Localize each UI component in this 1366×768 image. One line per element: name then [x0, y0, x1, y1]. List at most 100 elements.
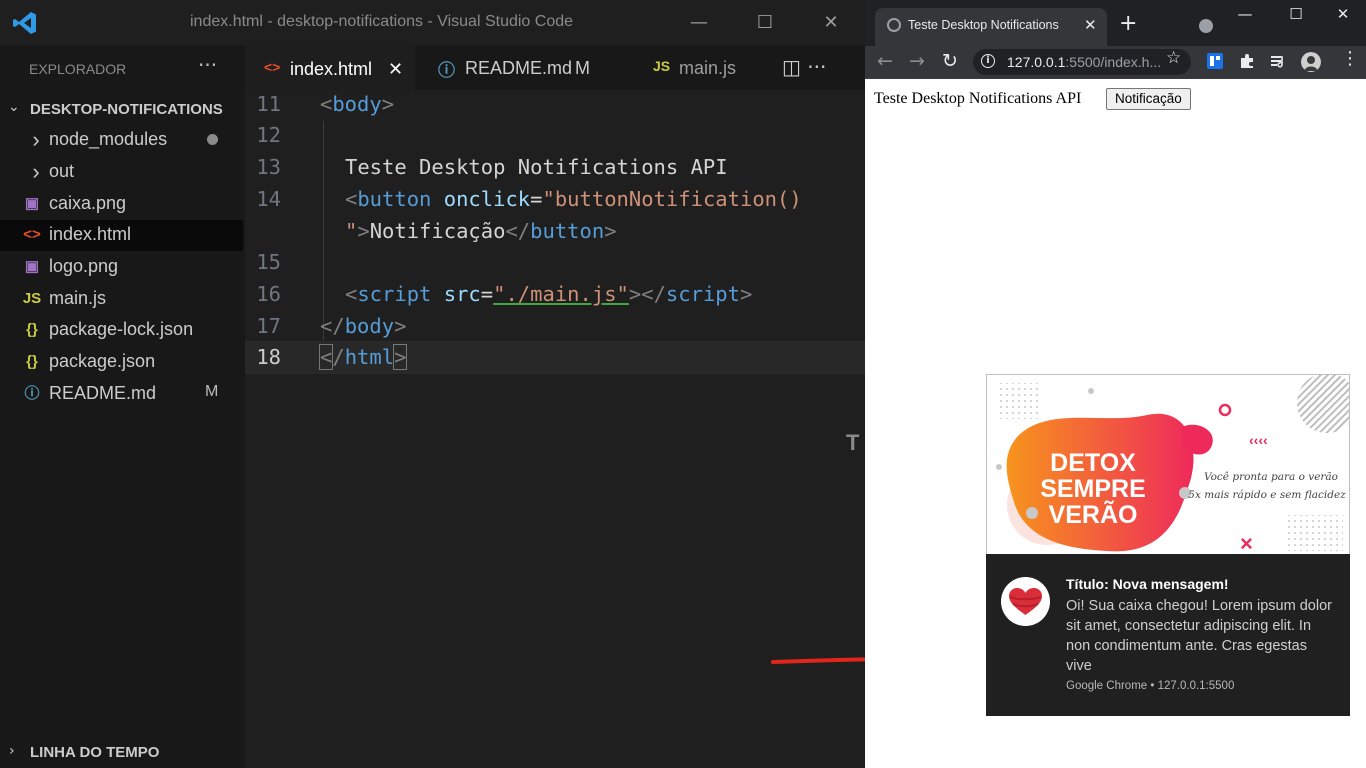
window-title: index.html - desktop-notifications - Vis…: [190, 13, 574, 30]
timeline-label: LINHA DO TEMPO: [30, 744, 160, 761]
new-tab-button[interactable]: +: [1119, 11, 1137, 36]
tab-main-js[interactable]: JS main.js: [635, 45, 765, 90]
url-text: 127.0.0.1:5500/index.h...: [1007, 54, 1162, 70]
puzzle-icon[interactable]: [1238, 52, 1256, 70]
modified-badge: M: [575, 58, 590, 78]
explorer-more-icon[interactable]: ···: [198, 53, 217, 77]
tree-item[interactable]: <> index.html: [0, 220, 243, 251]
status-dot-icon: [207, 134, 218, 145]
vscode-logo-icon: [13, 12, 36, 34]
code-token: ": [345, 219, 358, 243]
extension-icon[interactable]: [1206, 52, 1224, 70]
code-token[interactable]: "./main.js": [493, 282, 629, 306]
bookmark-star-icon[interactable]: ☆: [1166, 48, 1181, 68]
html-file-icon: <>: [264, 59, 281, 75]
tree-item[interactable]: {} package.json: [0, 347, 243, 378]
json-file-icon: {}: [26, 321, 38, 338]
notification-button[interactable]: Notificação: [1106, 88, 1191, 110]
line-number: 15: [256, 250, 281, 274]
forward-button[interactable]: →: [909, 50, 925, 72]
split-editor-icon[interactable]: ◫ ···: [782, 55, 826, 79]
code-line: 17 </body>: [245, 312, 865, 343]
explorer-sidebar: EXPLORADOR ··· ⌄ DESKTOP-NOTIFICATIONS ›…: [0, 45, 245, 768]
tree-item-label: index.html: [49, 224, 132, 244]
tree-item[interactable]: ▣ caixa.png: [0, 189, 243, 220]
red-arrow-annotation: [771, 657, 865, 664]
chrome-toolbar: ← → ↻ i 127.0.0.1:5500/index.h... ☆ ⋮: [865, 46, 1366, 79]
timeline-section[interactable]: › LINHA DO TEMPO: [0, 740, 245, 768]
html-file-icon: <>: [23, 226, 41, 243]
back-button[interactable]: ←: [877, 50, 893, 72]
tree-item[interactable]: › out: [0, 157, 243, 188]
tree-item-label: node_modules: [49, 129, 168, 149]
svg-text:×: ×: [1240, 531, 1253, 554]
tree-item-label: logo.png: [49, 256, 119, 276]
globe-icon: [887, 18, 901, 32]
close-tab-icon[interactable]: ✕: [388, 59, 403, 80]
code-token: Teste Desktop Notifications API: [345, 155, 728, 179]
tree-item[interactable]: {} package-lock.json: [0, 315, 243, 346]
code-token: button: [530, 219, 605, 243]
maximize-button[interactable]: ☐: [1276, 5, 1316, 23]
json-file-icon: {}: [26, 353, 38, 370]
close-tab-icon[interactable]: ✕: [1084, 16, 1097, 34]
maximize-button[interactable]: ☐: [745, 8, 785, 38]
tab-title: Teste Desktop Notifications: [908, 18, 1059, 32]
chrome-tabstrip: Teste Desktop Notifications ✕ + — ☐ ✕: [865, 0, 1366, 46]
banner-line-1: DETOX: [1050, 449, 1136, 477]
detox-banner-image: ‹‹‹‹ × DETOX SEMPRE VERÃO Você pronta pa…: [987, 375, 1349, 554]
line-number: 16: [256, 282, 281, 306]
info-file-icon: ⓘ: [438, 61, 455, 80]
chevron-right-icon: ›: [32, 127, 40, 152]
code-line: ">Notificação</button>: [345, 219, 617, 243]
browser-tab[interactable]: Teste Desktop Notifications ✕: [875, 8, 1107, 46]
media-control-icon[interactable]: [1269, 52, 1287, 70]
code-line: 13 Teste Desktop Notifications API: [245, 153, 865, 184]
chevron-right-icon: ›: [9, 743, 15, 759]
reload-button[interactable]: ↻: [942, 50, 958, 72]
js-file-icon: JS: [653, 58, 671, 74]
modified-badge: M: [205, 383, 219, 400]
code-line: 18 </html>: [245, 343, 865, 374]
notification-message: Oi! Sua caixa chegou! Lorem ipsum dolor …: [1066, 598, 1332, 674]
address-bar[interactable]: i 127.0.0.1:5500/index.h...: [973, 49, 1191, 75]
tree-item-label: out: [49, 161, 75, 181]
code-token: src: [443, 282, 481, 306]
close-button[interactable]: ✕: [1323, 5, 1363, 23]
code-token: script: [357, 282, 432, 306]
banner-line-3: VERÃO: [1049, 499, 1138, 529]
tree-item-label: main.js: [49, 288, 107, 308]
folder-header[interactable]: ⌄ DESKTOP-NOTIFICATIONS: [0, 99, 245, 121]
tab-readme[interactable]: ⓘ README.md M: [415, 45, 635, 90]
image-file-icon: ▣: [24, 195, 40, 212]
tree-item[interactable]: ⓘ README.md M: [0, 379, 243, 410]
desktop-notification[interactable]: ‹‹‹‹ × DETOX SEMPRE VERÃO Você pronta pa…: [986, 374, 1350, 716]
line-number: 18: [256, 345, 281, 369]
tree-item[interactable]: ▣ logo.png: [0, 252, 243, 283]
notification-body: Título: Nova mensagem! Oi! Sua caixa che…: [986, 554, 1350, 716]
banner-line-2: SEMPRE: [1040, 475, 1146, 503]
notification-image: ‹‹‹‹ × DETOX SEMPRE VERÃO Você pronta pa…: [986, 374, 1350, 554]
tree-item[interactable]: JS main.js: [0, 284, 243, 315]
info-icon[interactable]: i: [981, 54, 995, 68]
image-file-icon: ▣: [24, 258, 40, 275]
tree-item-label: package-lock.json: [49, 319, 194, 339]
line-number: 14: [256, 187, 281, 211]
minimize-button[interactable]: —: [679, 8, 719, 38]
info-file-icon: ⓘ: [24, 385, 40, 402]
code-editor[interactable]: 11 <body> 12 13 Teste Desktop Notificati…: [245, 90, 865, 768]
code-token: body: [332, 92, 382, 116]
tab-label: README.md: [465, 58, 573, 78]
tree-item[interactable]: › node_modules: [0, 125, 243, 156]
code-token: body: [344, 314, 395, 338]
menu-kebab-icon[interactable]: ⋮: [1341, 48, 1359, 69]
tab-search-icon[interactable]: [1199, 19, 1213, 33]
close-button[interactable]: ✕: [811, 8, 851, 38]
tab-label: index.html: [290, 59, 373, 79]
vscode-window: index.html - desktop-notifications - Vis…: [0, 0, 865, 768]
minimize-button[interactable]: —: [1225, 5, 1265, 23]
editor-tabs: <> index.html ✕ ⓘ README.md M JS main.js…: [245, 45, 865, 91]
tab-index-html[interactable]: <> index.html ✕: [245, 45, 415, 91]
code-line: 16 <script src="./main.js"></script>: [245, 280, 865, 311]
avatar[interactable]: [1301, 52, 1321, 72]
